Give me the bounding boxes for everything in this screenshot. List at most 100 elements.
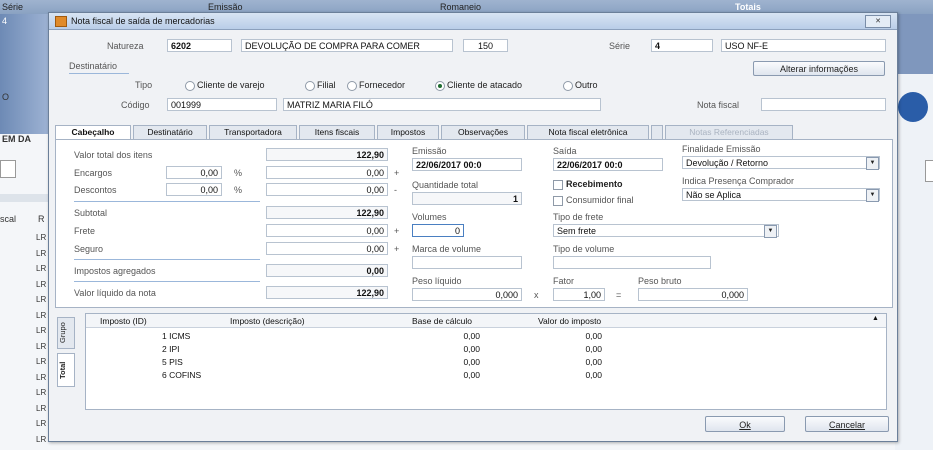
encargos-value-field[interactable]: 0,00 [266,166,388,179]
table-cell-base: 0,00 [463,331,480,341]
recebimento-label: Recebimento [566,179,623,189]
natureza-num-field[interactable]: 150 [463,39,508,52]
descontos-value-field[interactable]: 0,00 [266,183,388,196]
consumidor-final-label: Consumidor final [566,195,634,205]
marca-volume-field[interactable] [412,256,522,269]
tab-observacoes[interactable]: Observações [441,125,525,139]
nota-fiscal-field[interactable] [761,98,886,111]
table-cell-imposto-id: 6 COFINS [162,370,202,380]
dialog-title: Nota fiscal de saída de mercadorias [71,16,215,26]
fator-field[interactable]: 1,00 [553,288,605,301]
bg-lr-row: LR [36,403,47,413]
natureza-code-field[interactable]: 6202 [167,39,232,52]
tipo-frete-dropdown-icon[interactable]: ▼ [764,225,777,238]
tab-nota-fiscal-eletronica[interactable]: Nota fiscal eletrônica [527,125,649,139]
finalidade-select[interactable]: Devolução / Retorno [682,156,880,169]
tipo-option-filial: Filial [317,80,336,90]
descontos-pct-field[interactable]: 0,00 [166,183,222,196]
bg-label-emda: EM DA [2,134,31,144]
codigo-field[interactable]: 001999 [167,98,277,111]
alterar-informacoes-button[interactable]: Alterar informações [753,61,885,76]
tab-cabecalho[interactable]: Cabeçalho [55,125,131,140]
finalidade-dropdown-icon[interactable]: ▼ [866,157,879,170]
bg-lr-row: LR [36,434,47,444]
ok-button[interactable]: Ok [705,416,785,432]
encargos-pct-symbol: % [234,168,243,178]
volumes-field[interactable]: 0 [412,224,464,237]
tab-bar: Cabeçalho Destinatário Transportadora It… [55,125,891,140]
radio-cliente-atacado[interactable] [435,81,445,91]
app-icon [55,16,67,27]
close-button[interactable]: ✕ [865,15,891,28]
encargos-pct-field[interactable]: 0,00 [166,166,222,179]
table-row[interactable]: 2 IPI 0,00 0,00 [86,343,866,356]
table-cell-valor: 0,00 [585,357,602,367]
cabecalho-panel: Valor total dos itens 122,90 Encargos 0,… [55,139,893,308]
consumidor-final-checkbox[interactable] [553,196,563,206]
background-left-strip [0,14,48,134]
bg-col-emissao: Emissão [208,2,243,12]
recebimento-checkbox[interactable] [553,180,563,190]
peso-bruto-field[interactable]: 0,000 [638,288,748,301]
cancel-button[interactable]: Cancelar [805,416,889,432]
bg-input[interactable] [0,160,16,178]
table-row[interactable]: 6 COFINS 0,00 0,00 [86,369,866,382]
encargos-plus: + [394,168,400,178]
peso-bruto-label: Peso bruto [638,276,682,286]
bg-col-romaneio: Romaneio [440,2,482,12]
bg-lr-row: LR [36,419,47,428]
bg-col-serie: Série [2,2,24,12]
tipo-volume-field[interactable] [553,256,711,269]
emissao-field[interactable]: 22/06/2017 00:0 [412,158,522,171]
tipo-frete-select[interactable]: Sem frete [553,224,779,237]
presenca-select[interactable]: Não se Aplica [682,188,880,201]
saida-field[interactable]: 22/06/2017 00:0 [553,158,663,171]
impostos-agregados-label: Impostos agregados [74,266,156,276]
encargos-label: Encargos [74,168,113,178]
radio-filial[interactable] [305,81,315,91]
radio-outro[interactable] [563,81,573,91]
grid-header-base: Base de cálculo [412,316,473,326]
table-cell-imposto-id: 1 ICMS [162,331,191,341]
tab-blank [651,125,663,139]
tipo-option-outro: Outro [575,80,598,90]
bg-divider [0,194,48,202]
codigo-label: Código [121,100,150,110]
tipo-volume-label: Tipo de volume [553,244,615,254]
table-row[interactable]: 1 ICMS 0,00 0,00 [86,330,866,343]
subtotal-separator [74,201,260,202]
frete-label: Frete [74,226,96,236]
radio-fornecedor[interactable] [347,81,357,91]
grid-header-valor: Valor do imposto [538,316,602,326]
peso-liquido-field[interactable]: 0,000 [412,288,522,301]
subtotal-label: Subtotal [74,208,108,218]
bg-lr-row: LR [36,372,47,382]
tab-destinatario[interactable]: Destinatário [133,125,207,139]
radio-cliente-varejo[interactable] [185,81,195,91]
scroll-up-icon[interactable]: ▲ [872,315,879,322]
impostos-separator [74,259,260,260]
presenca-dropdown-icon[interactable]: ▼ [866,189,879,202]
table-cell-valor: 0,00 [585,331,602,341]
impostos-agregados-field: 0,00 [266,264,388,277]
seguro-plus: + [394,244,400,254]
tab-impostos[interactable]: Impostos [377,125,439,139]
tab-itens-fiscais[interactable]: Itens fiscais [299,125,375,139]
grid-tab-grupo[interactable]: Grupo [57,317,75,349]
serie-field[interactable]: 4 [651,39,713,52]
tab-transportadora[interactable]: Transportadora [209,125,297,139]
natureza-desc-field[interactable]: DEVOLUÇÃO DE COMPRA PARA COMER [241,39,453,52]
bg-right-input[interactable] [925,160,933,182]
finalidade-label: Finalidade Emissão [682,144,761,154]
bg-lr-row: LR [36,388,47,397]
seguro-field[interactable]: 0,00 [266,242,388,255]
background-right-area [895,14,933,450]
grid-tab-total[interactable]: Total [57,353,75,387]
table-row[interactable]: 5 PIS 0,00 0,00 [86,356,866,369]
serie-desc-field[interactable]: USO NF-E [721,39,886,52]
frete-field[interactable]: 0,00 [266,224,388,237]
grid-header-imposto-desc: Imposto (descrição) [230,316,305,326]
emissao-label: Emissão [412,146,447,156]
destinatario-nome-field[interactable]: MATRIZ MARIA FILÓ [283,98,601,111]
serie-label: Série [609,41,631,51]
